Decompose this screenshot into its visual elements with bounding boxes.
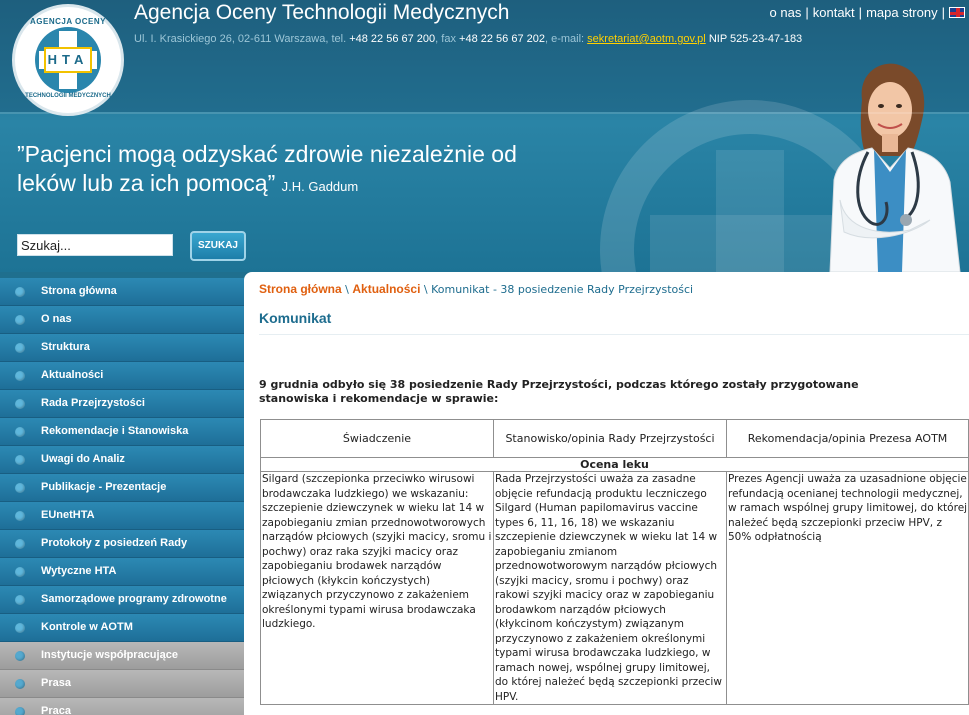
table-row: Silgard (szczepionka przeciwko wirusowi … (260, 471, 969, 705)
sidebar-item-transparency-council[interactable]: Rada Przejrzystości (0, 390, 244, 418)
contact-info: Ul. I. Krasickiego 26, 02-611 Warszawa, … (134, 33, 802, 45)
section-label: Ocena leku (260, 457, 969, 472)
quote-author: J.H. Gaddum (281, 179, 359, 194)
table-header-row: Świadczenie Stanowisko/opinia Rady Przej… (260, 419, 969, 458)
top-nav-about[interactable]: o nas (770, 5, 802, 20)
bullet-icon (15, 483, 25, 493)
uk-flag-icon[interactable] (949, 7, 965, 18)
breadcrumb: Strona główna \ Aktualności \ Komunikat … (259, 282, 693, 296)
sidebar-item-label: Prasa (41, 677, 71, 689)
nip: NIP 525-23-47-183 (708, 33, 803, 45)
column-header-service: Świadczenie (260, 419, 494, 458)
search-button[interactable]: SZUKAJ (190, 231, 246, 261)
sidebar-item-eunethta[interactable]: EUnetHTA (0, 502, 244, 530)
breadcrumb-separator: \ (345, 283, 349, 296)
bullet-icon (15, 427, 25, 437)
separator: | (858, 5, 863, 20)
sidebar-item-label: Publikacje - Prezentacje (41, 481, 167, 493)
sidebar-item-recommendations[interactable]: Rekomendacje i Stanowiska (0, 418, 244, 446)
quote-text: ”Pacjenci mogą odzyskać zdrowie niezależ… (17, 141, 517, 196)
divider (259, 334, 969, 335)
bullet-icon (15, 567, 25, 577)
sidebar-item-about[interactable]: O nas (0, 306, 244, 334)
email-link[interactable]: sekretariat@aotm.gov.pl (587, 33, 706, 45)
sidebar-item-label: Samorządowe programy zdrowotne (41, 593, 227, 605)
sidebar-item-label: Wytyczne HTA (41, 565, 117, 577)
sidebar-menu: Strona główna O nas Struktura Aktualnośc… (0, 278, 244, 715)
sidebar-item-press[interactable]: Prasa (0, 670, 244, 698)
sidebar-item-publications[interactable]: Publikacje - Prezentacje (0, 474, 244, 502)
search-input[interactable] (17, 234, 173, 256)
sidebar-item-news[interactable]: Aktualności (0, 362, 244, 390)
bullet-icon (15, 343, 25, 353)
bullet-icon (15, 623, 25, 633)
sidebar-item-audits[interactable]: Kontrole w AOTM (0, 614, 244, 642)
bullet-icon (15, 315, 25, 325)
sidebar-item-label: Instytucje współpracujące (41, 649, 178, 661)
sidebar-item-jobs[interactable]: Praca (0, 698, 244, 715)
site-header: HTA AGENCJA OCENY TECHNOLOGII MEDYCZNYCH… (0, 0, 969, 272)
doctor-illustration (829, 63, 961, 272)
fax-label: , fax (435, 33, 456, 45)
fax: +48 22 56 67 202 (459, 33, 545, 45)
bullet-icon (15, 595, 25, 605)
column-header-president-recommendation: Rekomendacja/opinia Prezesa AOTM (726, 419, 969, 458)
bullet-icon (15, 287, 25, 297)
sidebar-item-local-health-programs[interactable]: Samorządowe programy zdrowotne (0, 586, 244, 614)
sidebar-item-hta-guidelines[interactable]: Wytyczne HTA (0, 558, 244, 586)
bullet-icon (15, 399, 25, 409)
breadcrumb-current: Komunikat - 38 posiedzenie Rady Przejrzy… (431, 283, 694, 296)
sidebar-item-protocols[interactable]: Protokoły z posiedzeń Rady (0, 530, 244, 558)
sidebar-item-label: Aktualności (41, 369, 104, 381)
sidebar-item-label: Praca (41, 705, 71, 715)
bullet-icon (15, 707, 25, 715)
bullet-icon (15, 511, 25, 521)
sidebar-item-label: EUnetHTA (41, 509, 95, 521)
bullet-icon (15, 679, 25, 689)
bullet-icon (15, 651, 25, 661)
sidebar-item-label: Rekomendacje i Stanowiska (41, 425, 189, 437)
table-cell-service: Silgard (szczepionka przeciwko wirusowi … (260, 471, 494, 705)
address: Ul. I. Krasickiego 26, 02-611 Warszawa, … (134, 33, 347, 45)
logo-ring-text-top: AGENCJA OCENY (30, 17, 106, 26)
sidebar-item-structure[interactable]: Struktura (0, 334, 244, 362)
table-section-row: Ocena leku (260, 457, 969, 472)
sidebar-item-label: O nas (41, 313, 72, 325)
top-nav: o nas | kontakt | mapa strony | (770, 5, 965, 20)
sidebar-item-analysis-remarks[interactable]: Uwagi do Analiz (0, 446, 244, 474)
sidebar-item-partner-institutions[interactable]: Instytucje współpracujące (0, 642, 244, 670)
email-label: , e-mail: (544, 33, 585, 45)
separator: | (805, 5, 809, 20)
sidebar-item-label: Uwagi do Analiz (41, 453, 125, 465)
breadcrumb-separator: \ (423, 283, 428, 296)
main-content: Strona główna \ Aktualności \ Komunikat … (244, 272, 969, 715)
top-nav-sitemap[interactable]: mapa strony (866, 5, 938, 20)
phone: +48 22 56 67 200 (349, 33, 436, 45)
table-cell-council-opinion: Rada Przejrzystości uważa za zasadne obj… (493, 471, 727, 705)
sidebar-item-label: Kontrole w AOTM (41, 621, 133, 633)
sidebar-item-label: Strona główna (41, 285, 117, 297)
breadcrumb-news[interactable]: Aktualności (352, 282, 420, 296)
decisions-table: Świadczenie Stanowisko/opinia Rady Przej… (260, 419, 969, 705)
separator: | (941, 5, 945, 20)
quote: ”Pacjenci mogą odzyskać zdrowie niezależ… (17, 140, 557, 201)
table-cell-president-recommendation: Prezes Agencji uważa za uzasadnione obję… (726, 471, 969, 705)
logo-hta-text: HTA (44, 47, 92, 73)
bullet-icon (15, 539, 25, 549)
column-header-council-opinion: Stanowisko/opinia Rady Przejrzystości (493, 419, 727, 458)
sidebar-item-label: Rada Przejrzystości (41, 397, 145, 409)
sidebar-item-label: Struktura (41, 341, 90, 353)
bullet-icon (15, 455, 25, 465)
site-title: Agencja Oceny Technologii Medycznych (134, 1, 510, 24)
logo[interactable]: HTA AGENCJA OCENY TECHNOLOGII MEDYCZNYCH (12, 4, 124, 116)
sidebar-item-label: Protokoły z posiedzeń Rady (41, 537, 188, 549)
page-title: Komunikat (259, 310, 332, 326)
intro-text: 9 grudnia odbyło się 38 posiedzenie Rady… (259, 378, 859, 405)
top-nav-contact[interactable]: kontakt (813, 5, 855, 20)
breadcrumb-home[interactable]: Strona główna (259, 282, 342, 296)
bullet-icon (15, 371, 25, 381)
logo-ring-text-bottom: TECHNOLOGII MEDYCZNYCH (25, 93, 111, 99)
sidebar-item-home[interactable]: Strona główna (0, 278, 244, 306)
